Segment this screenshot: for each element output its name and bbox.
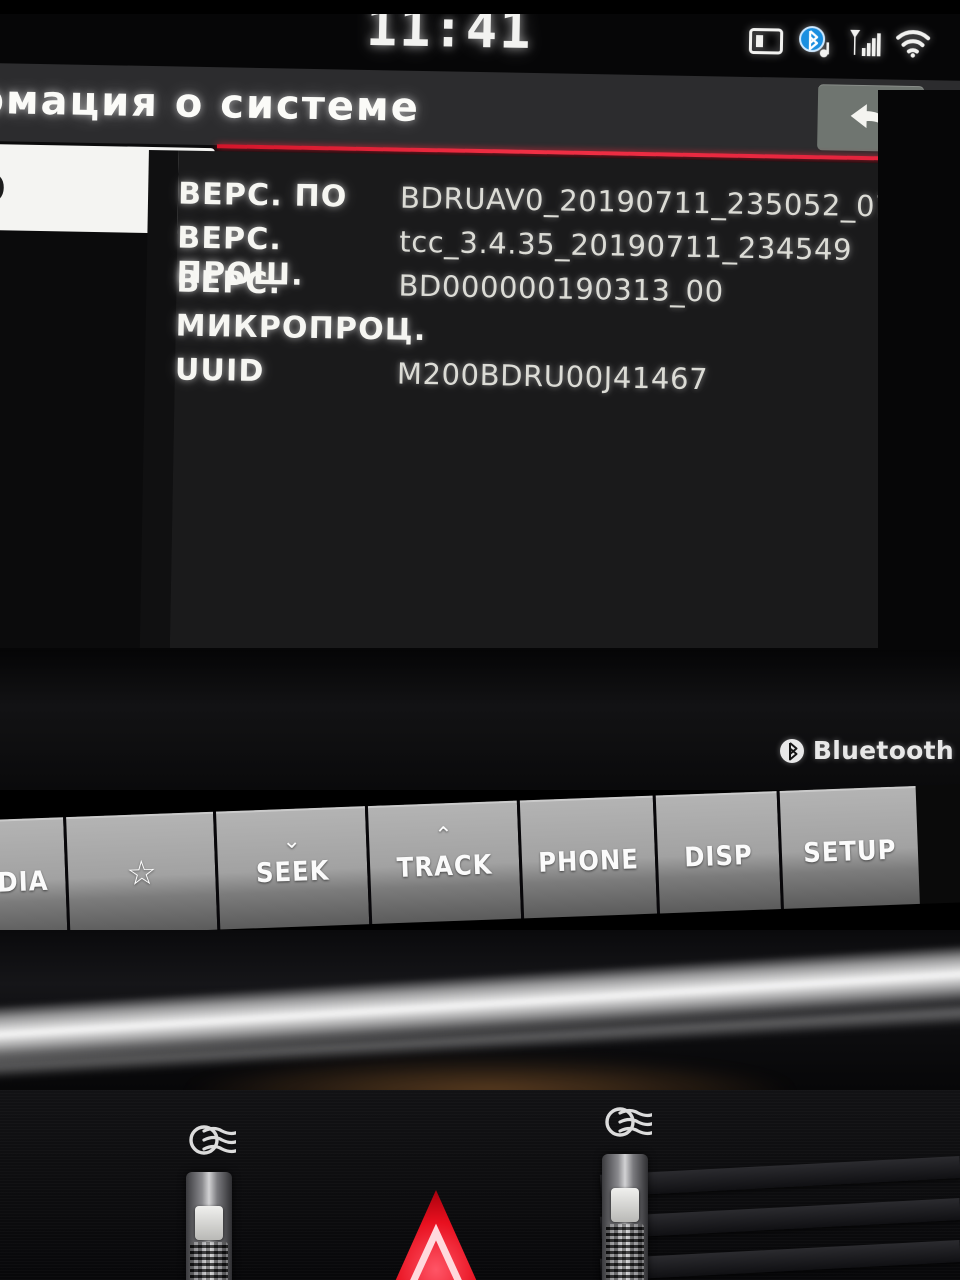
hazard-warning-button[interactable] [383,1186,489,1280]
page-title: ормация о системе [0,76,421,131]
gloss-trim-strip [0,930,960,1110]
vent-knurl[interactable] [190,1242,228,1280]
wifi-icon [895,30,932,63]
display-bezel-right [878,90,960,690]
phone-button-label: PHONE [537,843,640,879]
info-value: BD000000190313_00 [398,268,725,309]
display-icon [748,28,784,59]
status-icon-group [748,25,932,64]
chevron-up-icon: ⌃ [433,822,454,849]
star-icon: ☆ [125,852,158,894]
media-button-label: DIA [0,865,50,899]
info-label: ВЕРС. ПО [177,176,348,215]
setup-button-label: SETUP [802,834,898,869]
airflow-icon [189,1125,236,1155]
table-row: UUID M200BDRU00J41467 [175,352,960,402]
vent-slider-tab[interactable] [195,1206,223,1240]
setup-button[interactable]: SETUP [779,785,920,909]
table-row: МИКРОПРОЦ. [175,308,960,358]
table-row: ВЕРС. ПО BDRUAV0_20190711_235052_07 [178,177,960,227]
media-button[interactable]: DIA [0,817,71,939]
hazard-triangle-icon [395,1190,477,1280]
info-label: ВЕРС. [176,264,282,302]
display-bezel-top [0,0,960,14]
info-value: BDRUAV0_20190711_235052_07 [399,180,895,224]
disp-button-label: DISP [683,839,754,874]
seek-button[interactable]: ⌄ SEEK [216,806,373,930]
track-button-label: TRACK [396,849,494,884]
vent-slider-tab[interactable] [611,1188,639,1222]
cellular-signal-icon [847,28,882,63]
vent-wheel[interactable] [186,1172,232,1280]
info-label: МИКРОПРОЦ. [175,308,427,349]
hard-button-row: DIA ☆ ⌄ SEEK ⌃ TRACK PHONE DISP SETUP [0,760,960,940]
info-value: M200BDRU00J41467 [396,356,709,397]
disp-button[interactable]: DISP [655,790,784,914]
head-unit-display: 11:41 ормация о системе ПО ВЕРС. ПО BDRU… [0,0,960,690]
seek-button-label: SEEK [255,855,331,889]
bluetooth-audio-icon [797,26,834,63]
phone-button[interactable]: PHONE [519,795,661,919]
chevron-down-icon: ⌄ [281,828,302,855]
vent-knurl[interactable] [606,1224,644,1280]
favorite-button[interactable]: ☆ [66,811,221,936]
vent-wheel[interactable] [602,1154,648,1280]
info-label: UUID [174,352,265,390]
system-info-panel: ВЕРС. ПО BDRUAV0_20190711_235052_07 ВЕРС… [169,150,960,666]
airflow-icon [605,1107,652,1137]
track-button[interactable]: ⌃ TRACK [367,800,525,924]
sidebar-tab-label: ПО [0,165,9,213]
